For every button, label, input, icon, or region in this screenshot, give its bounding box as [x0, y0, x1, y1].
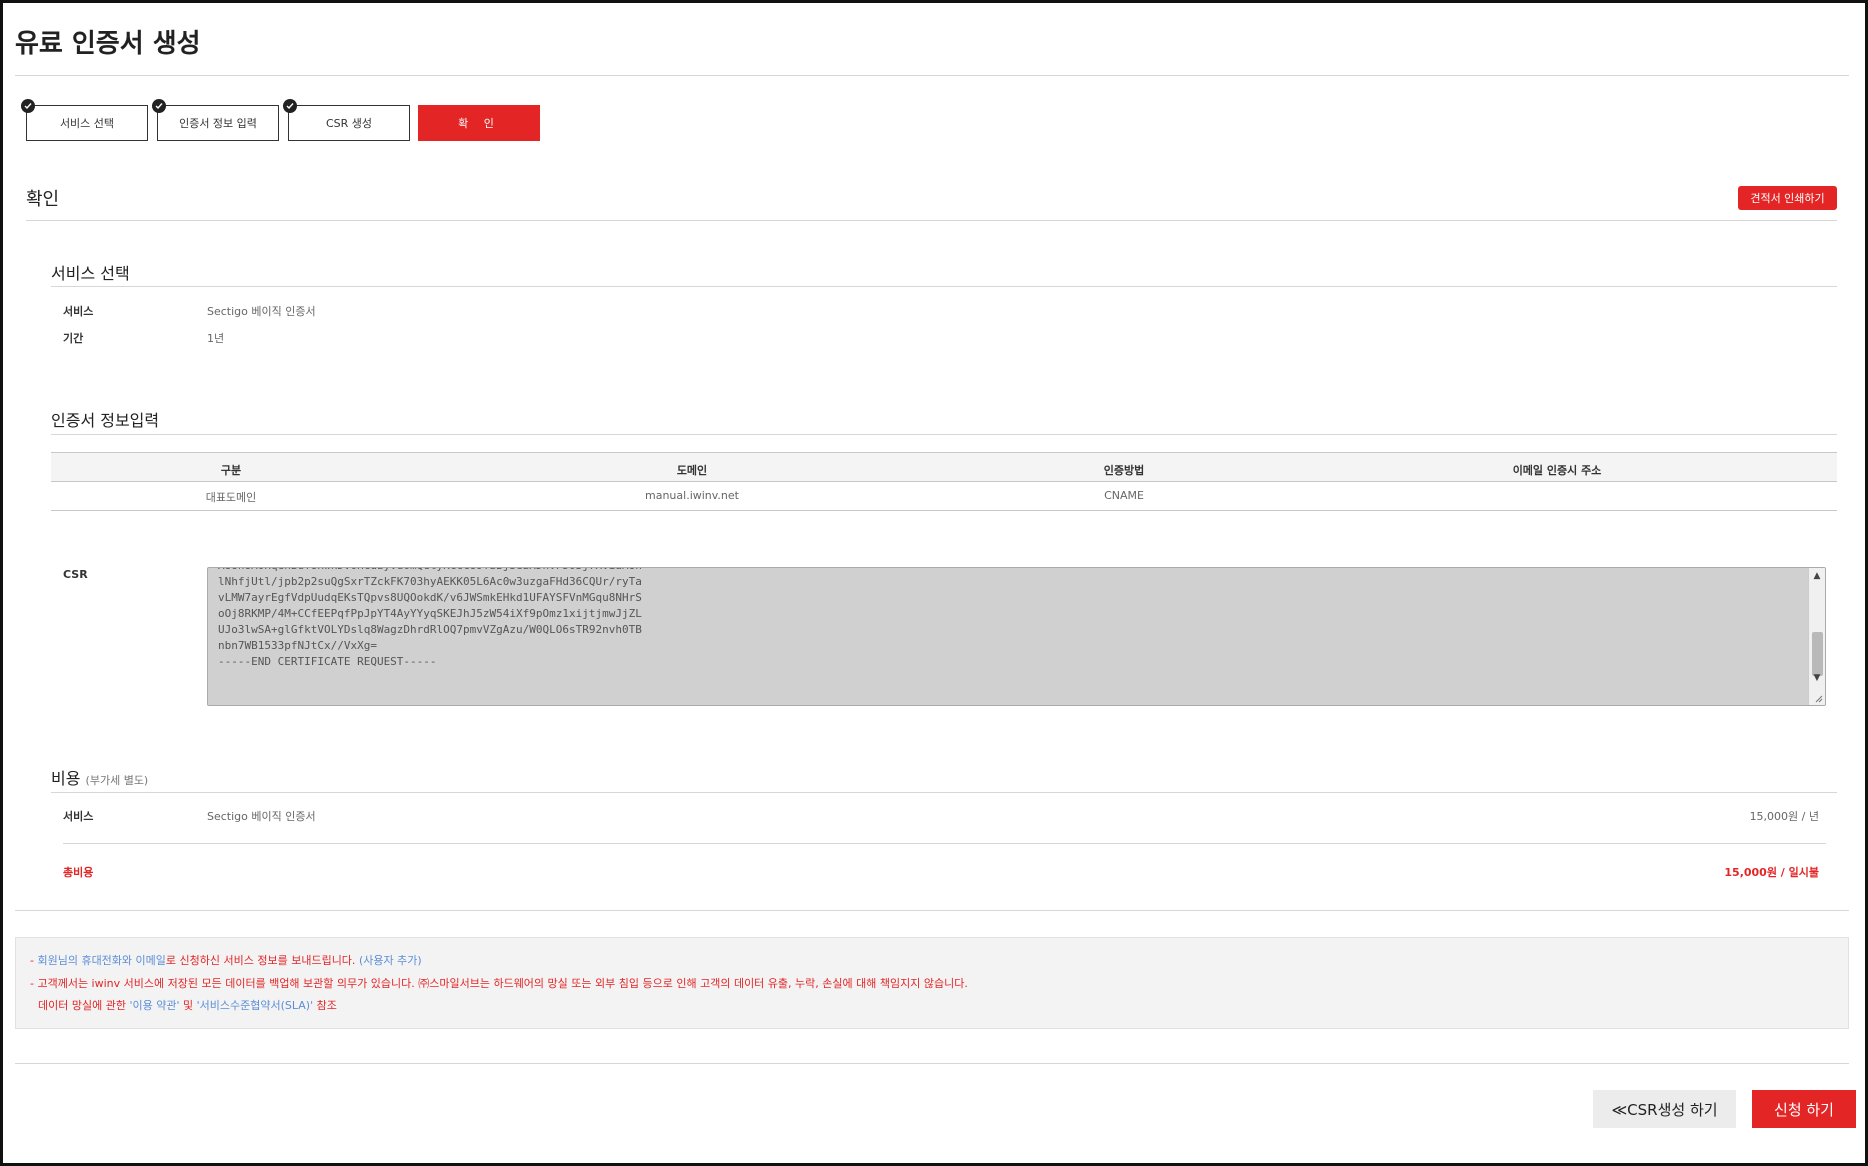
step-label: CSR 생성 — [325, 117, 373, 130]
notice-box: - 회원님의 휴대전화와 이메일로 신청하신 서비스 정보를 보내드립니다. (… — [15, 937, 1849, 1029]
divider — [51, 434, 1837, 435]
csr-scrollbar[interactable]: ▲ ▼ — [1808, 568, 1825, 705]
td-domain: manual.iwinv.net — [645, 489, 739, 502]
notice-text: 로 신청하신 서비스 정보를 보내드립니다. — [165, 954, 356, 967]
td-type: 대표도메인 — [205, 491, 257, 504]
divider — [51, 792, 1837, 793]
step-service-select[interactable]: 서비스 선택 — [21, 99, 148, 141]
notice-line-2: - 고객께서는 iwinv 서비스에 저장된 모든 데이터를 백업해 보관할 의… — [30, 977, 968, 990]
cost-service-value: Sectigo 베이직 인증서 — [207, 810, 316, 823]
notice-text: 참조 — [313, 999, 337, 1012]
terms-link[interactable]: '이용 약관' — [129, 999, 179, 1012]
cost-service-label: 서비스 — [63, 810, 94, 823]
divider — [51, 286, 1837, 287]
contact-link[interactable]: 회원님의 휴대전화와 이메일 — [37, 954, 165, 967]
th-type: 구분 — [220, 464, 242, 477]
notice-text: 데이터 망실에 관한 — [38, 999, 130, 1012]
cert-table-header: 구분 도메인 인증방법 이메일 인증시 주소 — [51, 452, 1837, 482]
divider — [15, 1063, 1849, 1064]
service-value: Sectigo 베이직 인증서 — [207, 305, 316, 318]
divider — [15, 75, 1849, 76]
resize-handle-icon[interactable] — [1813, 693, 1823, 703]
th-domain: 도메인 — [676, 464, 708, 477]
check-icon — [152, 99, 166, 113]
check-icon — [283, 99, 297, 113]
app-window: 유료 인증서 생성 서비스 선택 인증서 정보 입력 CSR 생성 확 인 확인… — [0, 0, 1868, 1166]
step-csr-generate[interactable]: CSR 생성 — [283, 99, 410, 141]
divider — [15, 910, 1849, 911]
cost-title: 비용 — [51, 769, 81, 788]
divider — [26, 220, 1837, 221]
cost-section-title: 비용 (부가세 별도) — [51, 765, 148, 789]
total-value: 15,000원 / 일시불 — [1724, 866, 1819, 879]
service-label: 서비스 — [63, 305, 94, 318]
cert-section-title: 인증서 정보입력 — [51, 411, 160, 430]
period-label: 기간 — [63, 332, 84, 345]
notice-line-3: 데이터 망실에 관한 '이용 약관' 및 '서비스수준협약서(SLA)' 참조 — [38, 997, 337, 1013]
step-label: 확 인 — [458, 117, 500, 130]
csr-label: CSR — [63, 568, 88, 581]
confirm-title: 확인 — [26, 189, 60, 210]
sla-link[interactable]: '서비스수준협약서(SLA)' — [197, 999, 313, 1012]
th-auth-method: 인증방법 — [1103, 464, 1145, 477]
service-section-title: 서비스 선택 — [51, 264, 130, 283]
notice-line-1: - 회원님의 휴대전화와 이메일로 신청하신 서비스 정보를 보내드립니다. (… — [30, 952, 422, 968]
divider — [63, 843, 1826, 844]
print-quote-button[interactable]: 견적서 인쇄하기 — [1738, 186, 1837, 210]
cost-service-price: 15,000원 / 년 — [1749, 810, 1819, 823]
step-label: 서비스 선택 — [59, 117, 115, 130]
check-icon — [21, 99, 35, 113]
back-to-csr-button[interactable]: ≪CSR생성 하기 — [1593, 1090, 1736, 1128]
submit-button[interactable]: 신청 하기 — [1752, 1090, 1856, 1128]
td-auth-method: CNAME — [1104, 489, 1144, 502]
notice-text: 및 — [179, 999, 197, 1012]
step-label: 인증서 정보 입력 — [179, 117, 257, 130]
add-user-link[interactable]: (사용자 추가) — [359, 954, 422, 967]
step-cert-info[interactable]: 인증서 정보 입력 — [152, 99, 279, 141]
th-email-address: 이메일 인증시 주소 — [1512, 464, 1602, 477]
vat-note: (부가세 별도) — [85, 774, 149, 787]
total-label: 총비용 — [63, 866, 94, 879]
csr-textarea[interactable]: A8UhUAOHqehBuTUxwkDvOHcuzyvd6mQetyKCcCU9… — [207, 567, 1826, 706]
table-bottom-border — [51, 510, 1837, 511]
page-title: 유료 인증서 생성 — [15, 29, 201, 59]
scroll-up-icon[interactable]: ▲ — [1809, 568, 1825, 584]
period-value: 1년 — [207, 332, 225, 345]
scroll-down-icon[interactable]: ▼ — [1809, 670, 1825, 686]
csr-text: A8UhUAOHqehBuTUxwkDvOHcuzyvd6mQetyKCcCU9… — [218, 568, 642, 668]
step-confirm[interactable]: 확 인 — [418, 105, 540, 141]
